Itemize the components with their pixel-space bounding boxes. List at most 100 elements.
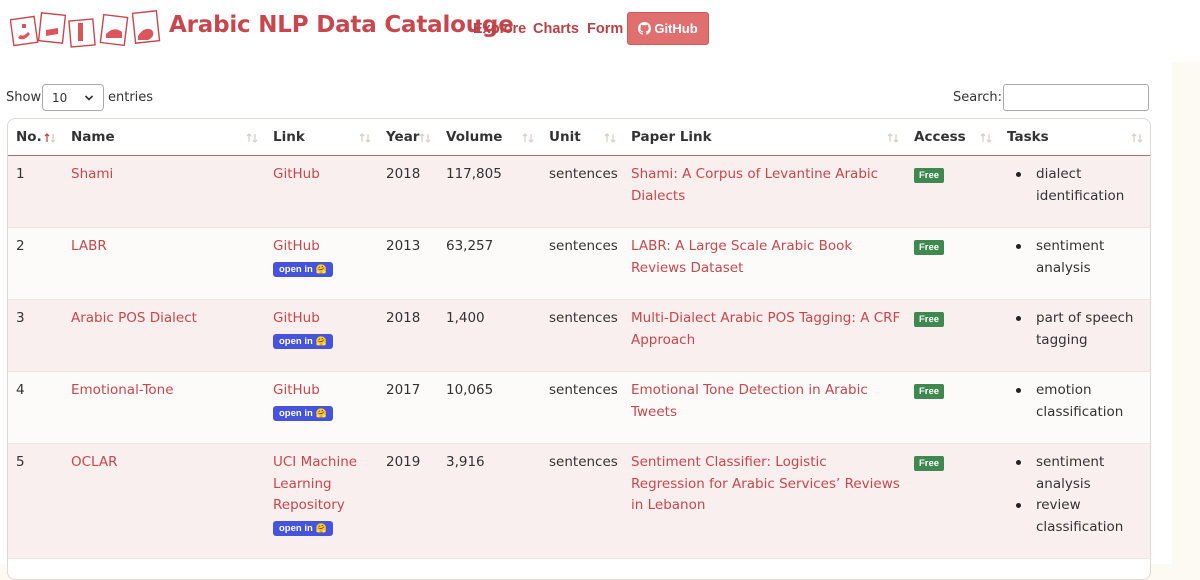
paper-link[interactable]: Multi-Dialect Arabic POS Tagging: A CRF … [631,310,900,348]
column-header-year[interactable]: Year [378,119,438,156]
show-label: Show [6,90,42,105]
github-button[interactable]: GitHub [627,12,709,45]
task-item: review classification [1016,495,1146,538]
task-item: part of speech tagging [1016,308,1146,351]
access-badge: Free [914,384,945,399]
top-navbar: Arabic NLP Data Catalouge Explore Charts… [0,0,1200,62]
column-header-access[interactable]: Access [906,119,999,156]
paper-link[interactable]: LABR: A Large Scale Arabic Book Reviews … [631,238,852,276]
chevron-down-icon [84,95,94,101]
dataset-name-link[interactable]: OCLAR [71,454,118,470]
access-badge: Free [914,168,945,183]
site-title[interactable]: Arabic NLP Data Catalouge [169,12,514,38]
column-header-label: Year [386,129,420,145]
cell-no: 1 [8,155,63,228]
open-in-huggingface-badge[interactable]: open in 🤗 [273,333,333,349]
paper-link[interactable]: Shami: A Corpus of Levantine Arabic Dial… [631,166,878,204]
sort-icon [887,133,899,143]
huggingface-icon: 🤗 [315,335,327,346]
cell-volume: 63,257 [438,227,541,300]
table-row: 2 LABR GitHub open in 🤗 2013 63,257 sente… [8,227,1150,300]
tasks-list: dialect identification [1007,164,1146,207]
column-header-no[interactable]: No. [8,119,63,156]
open-in-huggingface-badge[interactable]: open in 🤗 [273,405,333,421]
cell-unit: sentences [541,443,623,559]
column-header-label: Paper Link [631,129,712,145]
sort-icon [419,133,431,143]
open-in-huggingface-badge[interactable]: open in 🤗 [273,261,333,277]
table-row: 4 Emotional-Tone GitHub open in 🤗 2017 10… [8,371,1150,444]
dataset-name-link[interactable]: Arabic POS Dialect [71,310,197,326]
table-row: 1 Shami GitHub 2018 117,805 sentences Sh… [8,155,1150,228]
cell-volume: 117,805 [438,155,541,228]
entries-label: entries [108,90,154,105]
task-item: sentiment analysis [1016,452,1146,495]
tasks-list: sentiment analysis review classification [1007,452,1146,538]
column-header-label: Access [914,129,966,145]
github-button-label: GitHub [654,21,698,36]
open-in-label: open in [279,407,313,419]
cell-year: 2017 [378,371,438,444]
open-in-label: open in [279,335,313,347]
task-item: emotion classification [1016,380,1146,423]
column-header-volume[interactable]: Volume [438,119,541,156]
task-item: dialect identification [1016,164,1146,207]
cell-volume: 10,065 [438,371,541,444]
dataset-name-link[interactable]: Emotional-Tone [71,382,174,398]
cell-year: 2018 [378,155,438,228]
column-header-label: Unit [549,129,581,145]
huggingface-icon: 🤗 [315,263,327,274]
dataset-link[interactable]: UCI Machine Learning Repository [273,454,357,513]
dataset-link[interactable]: GitHub [273,310,320,326]
huggingface-icon: 🤗 [315,407,327,418]
column-header-paper-link[interactable]: Paper Link [623,119,906,156]
cell-unit: sentences [541,299,623,372]
dataset-name-link[interactable]: Shami [71,166,113,182]
cell-unit: sentences [541,371,623,444]
table-row: 3 Arabic POS Dialect GitHub open in 🤗 201… [8,299,1150,372]
table-header-row: No. Name Link Year Volume Unit Paper Lin… [8,119,1150,156]
cell-no: 3 [8,299,63,372]
paper-link[interactable]: Emotional Tone Detection in Arabic Tweet… [631,382,868,420]
dataset-link[interactable]: GitHub [273,238,320,254]
search-input[interactable] [1003,84,1149,111]
cell-year: 2019 [378,443,438,559]
cell-unit: sentences [541,227,623,300]
column-header-tasks[interactable]: Tasks [999,119,1150,156]
column-header-label: Tasks [1007,129,1049,145]
tasks-list: emotion classification [1007,380,1146,423]
dataset-name-link[interactable]: LABR [71,238,107,254]
access-badge: Free [914,312,945,327]
masader-logo[interactable] [10,8,162,50]
dataset-link[interactable]: GitHub [273,166,320,182]
sort-icon [980,133,992,143]
entries-select-value: 10 [52,90,68,105]
column-header-label: Name [71,129,115,145]
column-header-unit[interactable]: Unit [541,119,623,156]
datasets-table: No. Name Link Year Volume Unit Paper Lin… [7,118,1151,580]
entries-select[interactable]: 10 [42,84,104,111]
nav-form[interactable]: Form [587,21,623,37]
sort-icon [604,133,616,143]
access-badge: Free [914,240,945,255]
open-in-label: open in [279,263,313,275]
cell-year: 2018 [378,299,438,372]
search-label: Search: [953,90,1003,105]
sort-icon [522,133,534,143]
column-header-label: Volume [446,129,503,145]
column-header-label: Link [273,129,305,145]
nav-explore[interactable]: Explore [473,21,526,37]
sort-ascending-icon [44,133,56,143]
cell-no: 2 [8,227,63,300]
nav-charts[interactable]: Charts [533,21,579,37]
cell-volume: 3,916 [438,443,541,559]
column-header-name[interactable]: Name [63,119,265,156]
column-header-label: No. [16,129,42,145]
open-in-huggingface-badge[interactable]: open in 🤗 [273,520,333,536]
sort-icon [1131,133,1143,143]
tasks-list: sentiment analysis [1007,236,1146,279]
column-header-link[interactable]: Link [265,119,378,156]
paper-link[interactable]: Sentiment Classifier: Logistic Regressio… [631,454,900,513]
task-item: sentiment analysis [1016,236,1146,279]
dataset-link[interactable]: GitHub [273,382,320,398]
